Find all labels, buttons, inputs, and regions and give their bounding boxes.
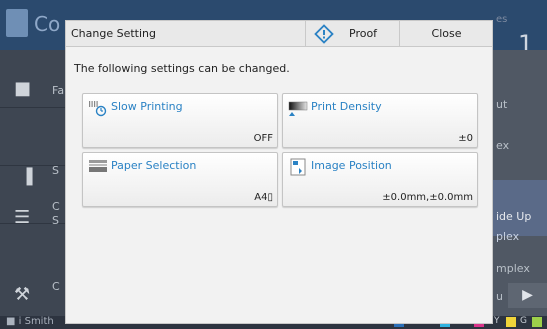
side-item-label: Fa	[52, 84, 65, 97]
proof-label: Proof	[349, 27, 378, 40]
user-name: ■ i Smith	[6, 316, 54, 327]
print-density-button[interactable]: Print Density ±0	[282, 93, 478, 148]
image-position-icon	[290, 158, 306, 176]
paper-selection-button[interactable]: Paper Selection A4▯	[82, 152, 278, 207]
counter-label: es	[496, 14, 508, 25]
side-item-fa[interactable]	[0, 50, 66, 108]
side-item-s[interactable]	[0, 108, 66, 166]
list-icon: ☰	[14, 207, 31, 228]
ink-level-icon	[506, 317, 516, 327]
side-item-label: C S	[52, 200, 60, 227]
image-position-button[interactable]: Image Position ±0.0mm,±0.0mm	[282, 152, 478, 207]
right-item[interactable]: ide Up	[496, 210, 531, 223]
change-setting-dialog: Change Setting Proof Close The following…	[65, 20, 493, 324]
right-item[interactable]: ex	[496, 139, 509, 152]
right-item[interactable]: plex	[496, 230, 519, 243]
right-highlight	[493, 180, 547, 236]
right-item[interactable]: ut	[496, 98, 507, 111]
print-density-label: Print Density	[311, 100, 382, 113]
play-button[interactable]: ▶	[508, 283, 547, 308]
user-name-text: i Smith	[18, 316, 54, 327]
image-position-label: Image Position	[311, 159, 392, 172]
slow-printing-icon	[89, 101, 107, 117]
dialog-message: The following settings can be changed.	[74, 62, 290, 75]
proof-button[interactable]: Proof	[305, 21, 399, 47]
slow-printing-button[interactable]: Slow Printing OFF	[82, 93, 278, 148]
ink-level-icon	[532, 317, 542, 327]
paper-selection-value: A4▯	[254, 192, 273, 203]
ink-label: Y	[494, 316, 500, 326]
dialog-header: Change Setting Proof Close	[66, 21, 492, 47]
right-item[interactable]: mplex	[496, 262, 530, 275]
close-button[interactable]: Close	[399, 21, 492, 47]
print-density-value: ±0	[458, 133, 473, 144]
wrench-icon: ⚒	[14, 284, 31, 305]
print-density-icon	[288, 101, 308, 116]
side-item-label: C	[52, 280, 60, 293]
dialog-title: Change Setting	[71, 27, 156, 40]
slow-printing-value: OFF	[253, 133, 273, 144]
user-document-icon: ■	[14, 78, 32, 99]
ink-label: G	[520, 316, 527, 326]
app-title: Co	[34, 12, 61, 36]
image-position-value: ±0.0mm,±0.0mm	[382, 192, 473, 203]
right-item[interactable]: u	[496, 290, 503, 303]
paper-tray-icon	[89, 160, 107, 172]
paper-selection-label: Paper Selection	[111, 159, 197, 172]
copy-app-icon	[6, 9, 28, 37]
close-label: Close	[431, 27, 462, 40]
proof-icon	[314, 24, 334, 44]
slow-printing-label: Slow Printing	[111, 100, 183, 113]
